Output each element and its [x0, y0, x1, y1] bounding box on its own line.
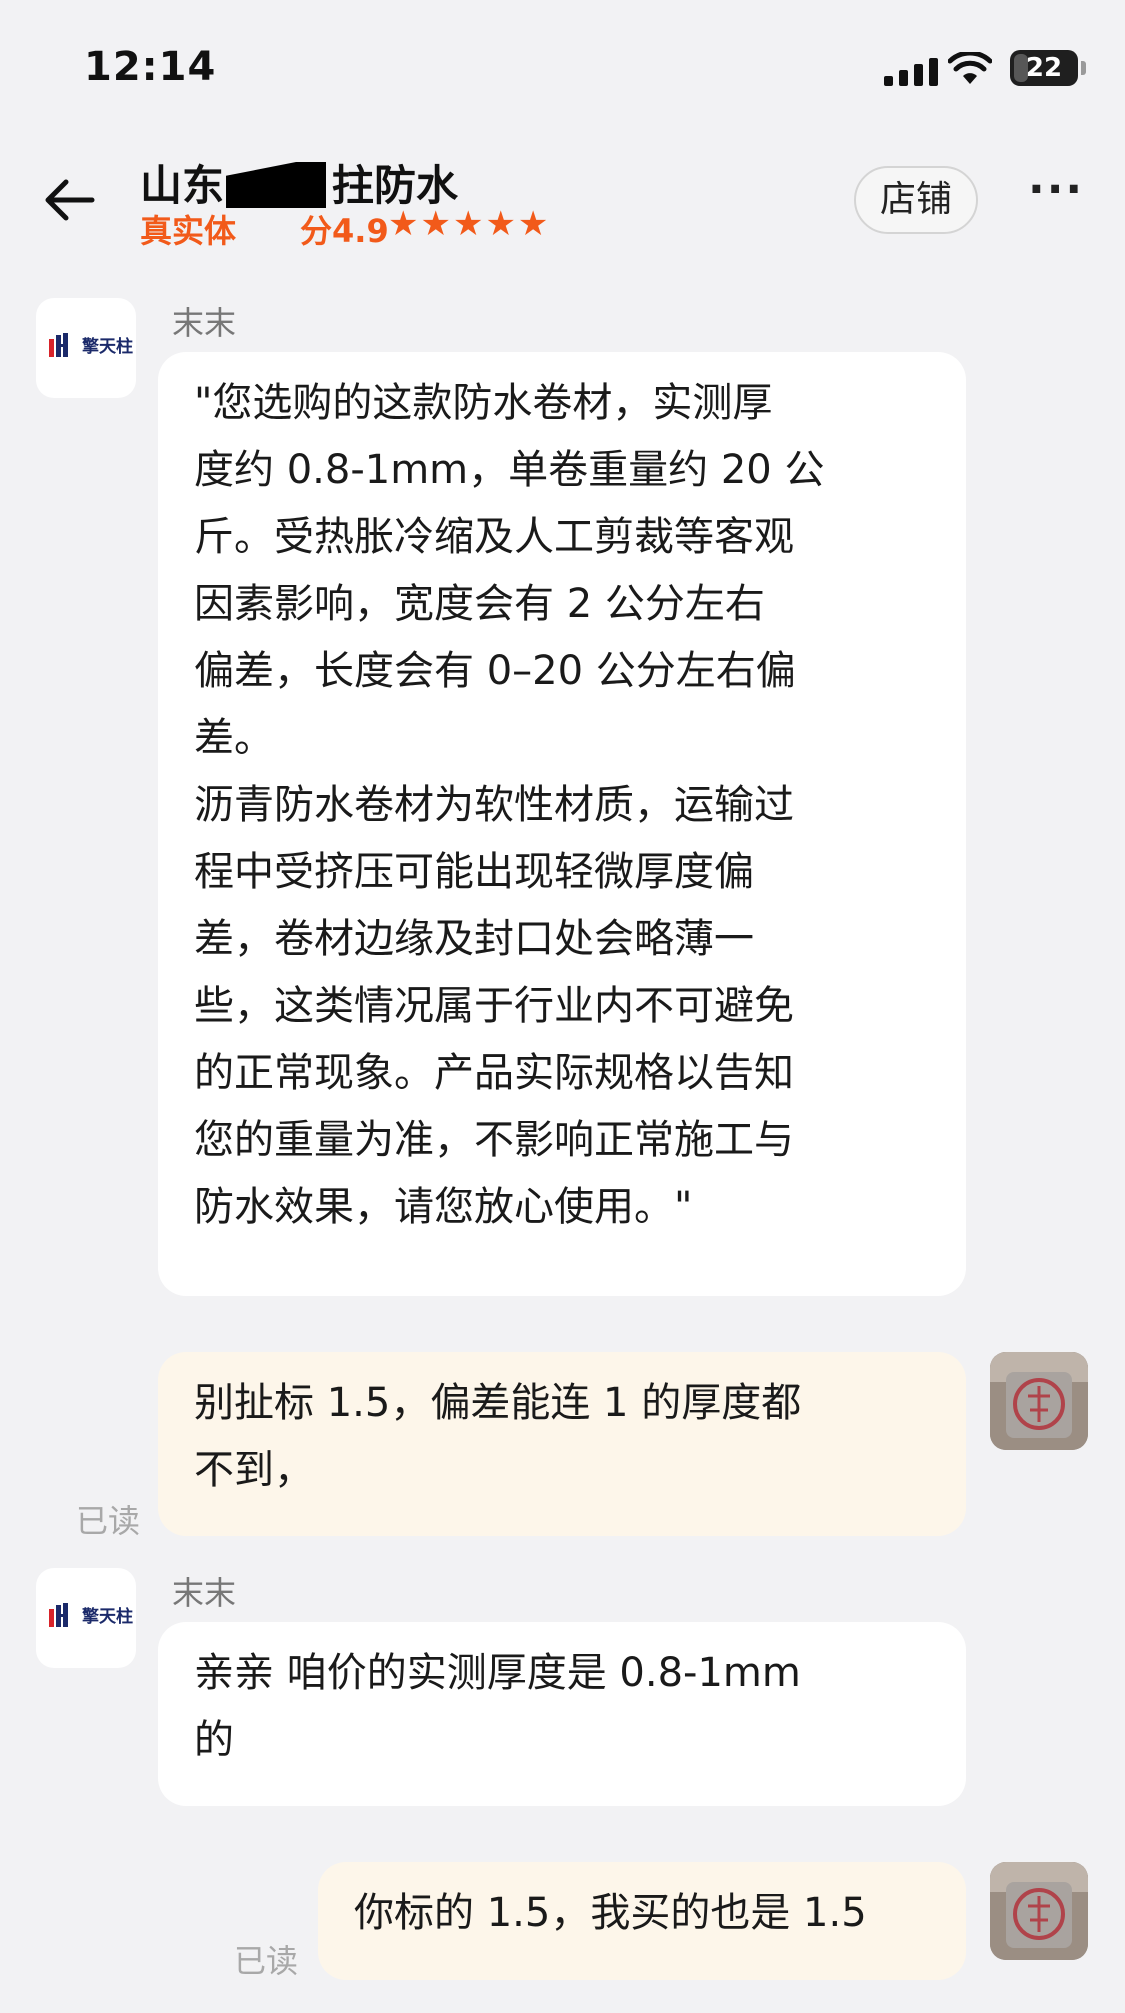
- store-button[interactable]: 店铺: [854, 166, 978, 234]
- user-avatar-image: [990, 1352, 1088, 1450]
- sender-name: 末末: [172, 304, 237, 342]
- sender-name: 末末: [172, 1574, 237, 1612]
- shop-logo-text: 擎天柱: [82, 337, 133, 357]
- battery-level: 22: [1025, 53, 1063, 83]
- status-time: 12:14: [84, 44, 217, 90]
- rating-value: 4.9: [332, 212, 389, 250]
- status-bar: 12:14 22: [0, 0, 1125, 130]
- message-bubble-user[interactable]: 你标的 1.5，我买的也是 1.5: [318, 1862, 966, 1980]
- shop-rating: 分4.9: [300, 206, 389, 252]
- user-avatar[interactable]: [990, 1862, 1088, 1960]
- redaction-block: [226, 162, 327, 208]
- battery-icon: 22: [1010, 50, 1078, 86]
- shop-avatar[interactable]: 擎天柱: [36, 298, 136, 398]
- chat-header: 山东 拄防水 真实体 分4.9 ★★★★★ 店铺 ···: [0, 130, 1125, 270]
- rating-stars-icon: ★★★★★: [388, 204, 551, 244]
- shop-logo-text: 擎天柱: [82, 1607, 133, 1627]
- read-receipt: 已读: [76, 1502, 141, 1540]
- more-options-button[interactable]: ···: [1028, 168, 1084, 212]
- wifi-icon: [948, 52, 992, 84]
- message-bubble-user[interactable]: 别扯标 1.5，偏差能连 1 的厚度都 不到，: [158, 1352, 966, 1536]
- shop-logo-icon: [49, 332, 68, 357]
- message-bubble-shop[interactable]: "您选购的这款防水卷材，实测厚 度约 0.8-1mm，单卷重量约 20 公 斤。…: [158, 352, 966, 1296]
- message-text: 亲亲 咱价的实测厚度是 0.8-1mm 的: [194, 1650, 801, 1763]
- shop-logo-icon: [49, 1602, 68, 1627]
- message-text: 别扯标 1.5，偏差能连 1 的厚度都 不到，: [194, 1380, 802, 1493]
- shop-name-suffix: 拄防水: [332, 161, 459, 210]
- cellular-signal-icon: [884, 58, 938, 86]
- shop-avatar[interactable]: 擎天柱: [36, 1568, 136, 1668]
- message-text: 你标的 1.5，我买的也是 1.5: [354, 1890, 867, 1936]
- user-avatar-image: [990, 1862, 1088, 1960]
- shop-name-prefix: 山东: [140, 161, 225, 210]
- message-bubble-shop[interactable]: 亲亲 咱价的实测厚度是 0.8-1mm 的: [158, 1622, 966, 1806]
- message-text: "您选购的这款防水卷材，实测厚 度约 0.8-1mm，单卷重量约 20 公 斤。…: [194, 380, 825, 1230]
- back-arrow-icon[interactable]: [40, 170, 100, 230]
- rating-prefix: 分: [300, 212, 333, 250]
- read-receipt: 已读: [234, 1942, 299, 1980]
- shop-tag: 真实体: [140, 212, 237, 250]
- battery-tip: [1081, 61, 1086, 75]
- user-avatar[interactable]: [990, 1352, 1088, 1450]
